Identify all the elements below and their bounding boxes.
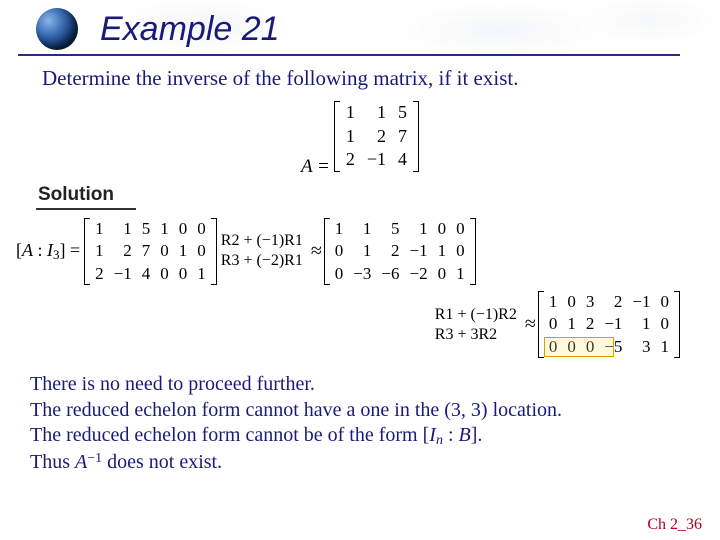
approx-1: ≈	[307, 240, 324, 263]
solution-heading: Solution	[36, 184, 136, 210]
slide-header: Example 21	[18, 0, 680, 56]
conclusion-line-4: Thus A−1 does not exist.	[30, 450, 720, 476]
augmented-matrix-2: 1032−10 012−110 000−531	[538, 291, 680, 358]
augmented-matrix-1: 115100 012−110 0−3−6−201	[324, 218, 476, 285]
row-ops-1: R2 + (−1)R1 R3 + (−2)R1	[217, 231, 307, 271]
slide-footer: Ch 2_36	[647, 516, 702, 534]
approx-2: ≈	[521, 313, 538, 336]
conclusion-text: There is no need to proceed further. The…	[30, 372, 720, 476]
globe-icon	[36, 8, 78, 50]
augmented-matrix-0: 115100 127010 2−14001	[84, 218, 217, 285]
row-ops-2: R1 + (−1)R2 R3 + 3R2	[431, 305, 521, 345]
conclusion-line-3: The reduced echelon form cannot be of th…	[30, 423, 720, 450]
matrix-A: 115 127 2−14	[334, 101, 419, 172]
conclusion-line-2: The reduced echelon form cannot have a o…	[30, 398, 720, 424]
conclusion-line-1: There is no need to proceed further.	[30, 372, 720, 398]
matrix-A-label: A =	[301, 156, 330, 177]
problem-statement: Determine the inverse of the following m…	[42, 66, 720, 91]
work-area: [A : I3] = 115100 127010 2−14001 R2 + (−…	[16, 218, 710, 358]
matrix-A-display: A = 115 127 2−14	[0, 101, 720, 178]
lhs-label: [A : I3] =	[16, 240, 84, 263]
slide-title: Example 21	[100, 10, 280, 49]
